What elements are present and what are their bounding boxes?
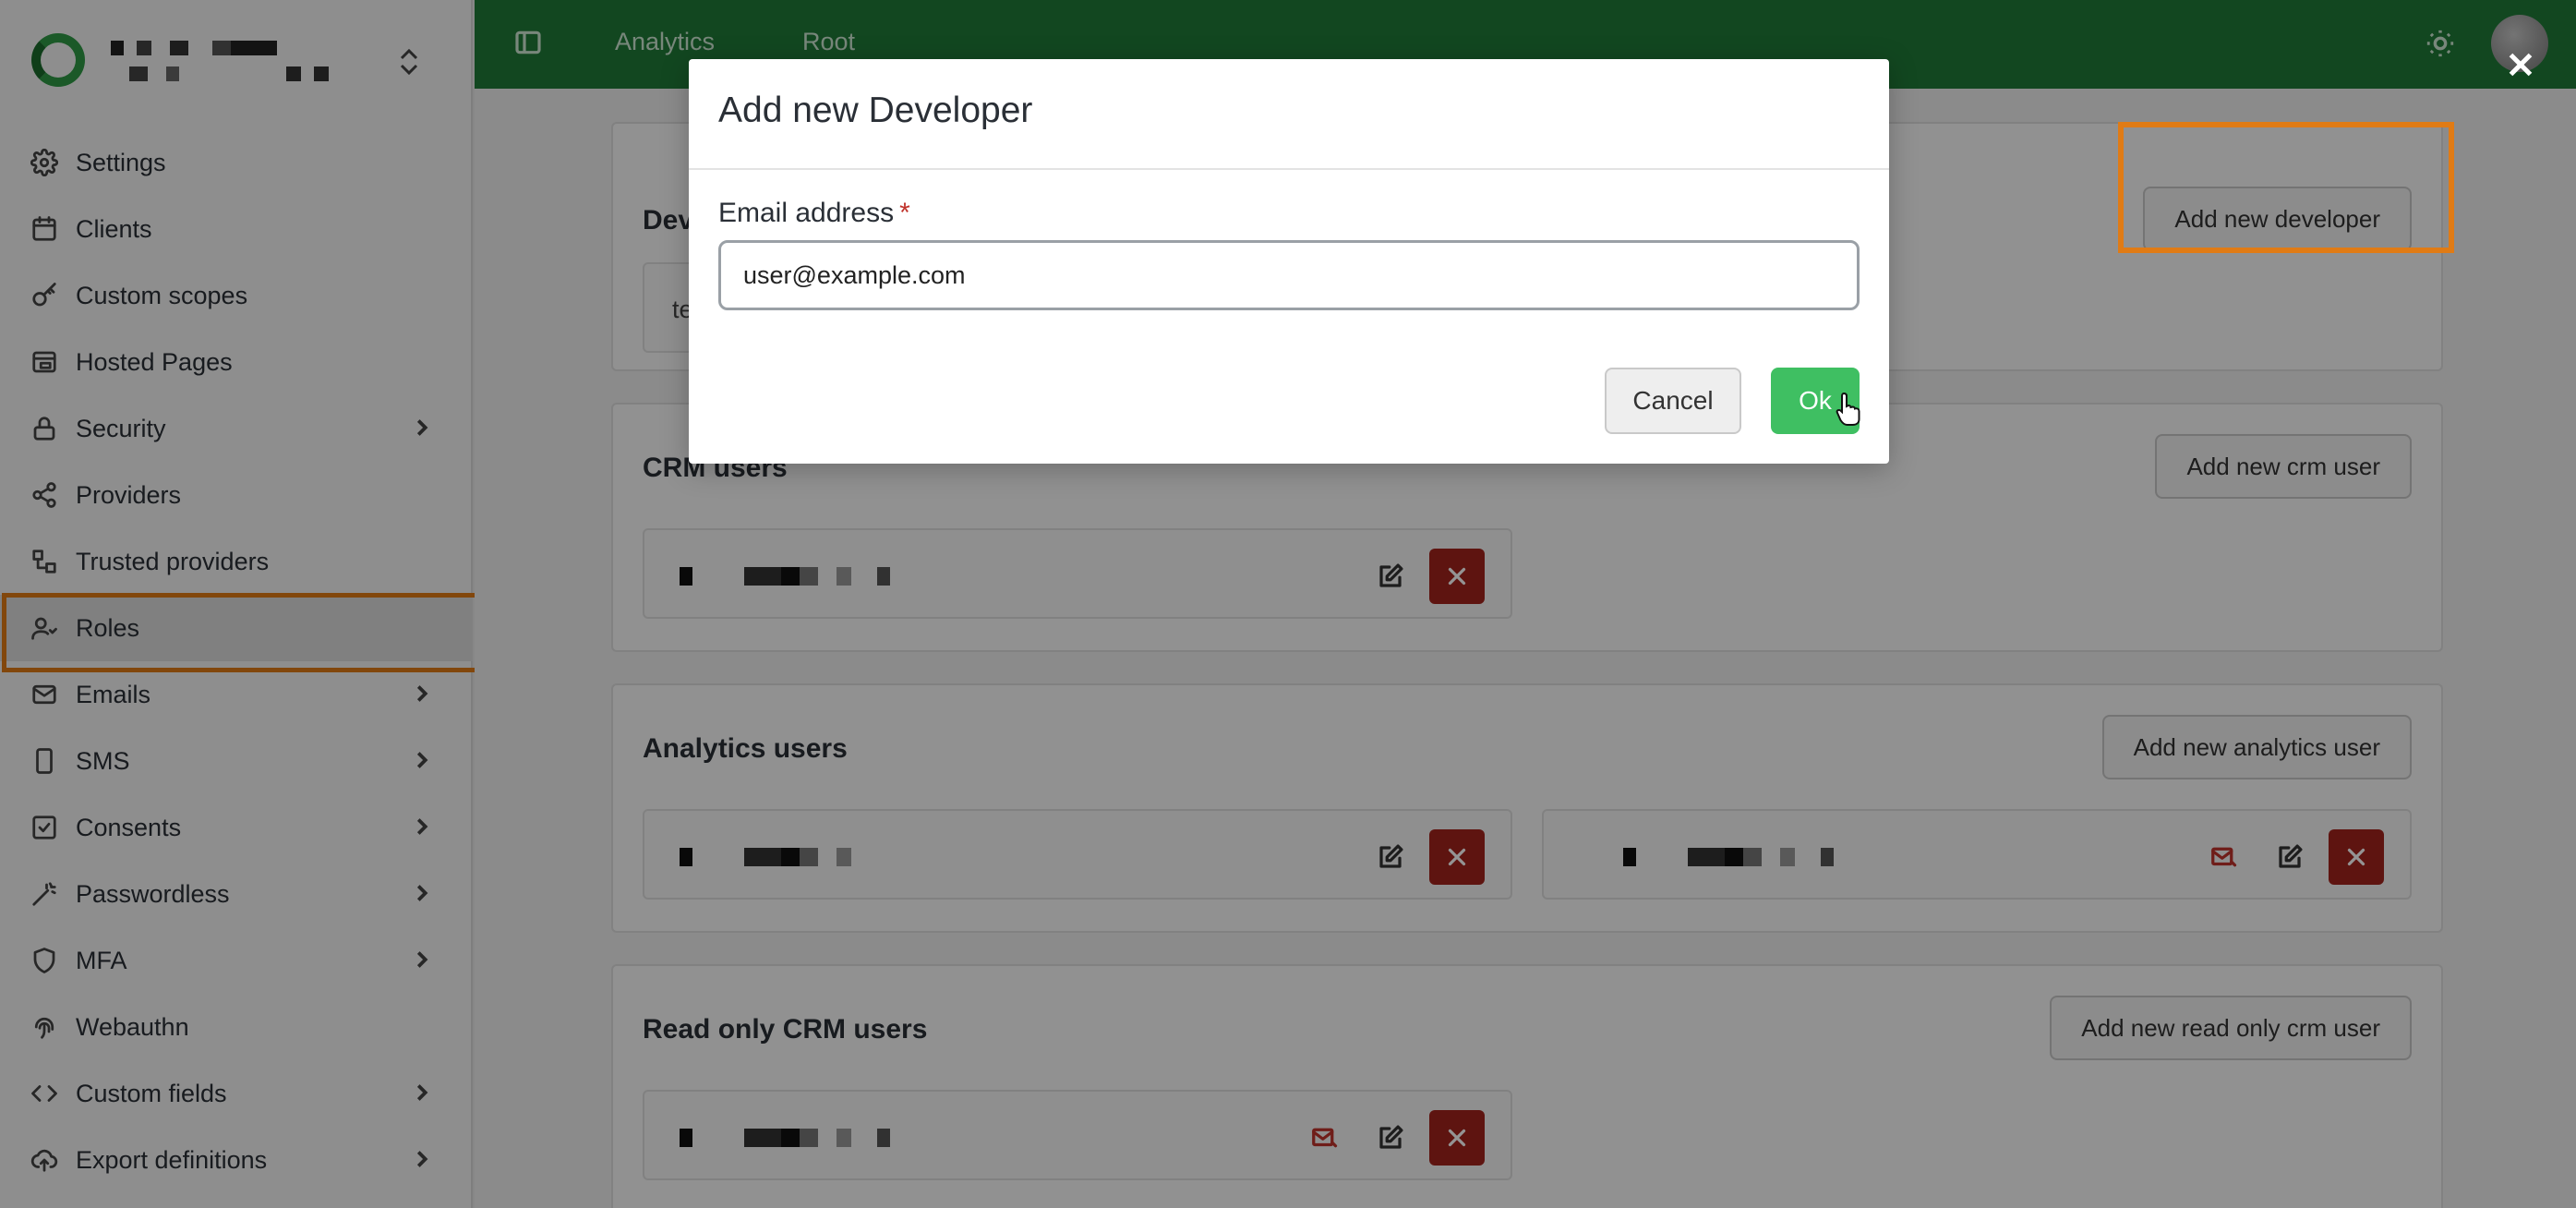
email-field[interactable] [718, 240, 1860, 310]
email-label: Email address * [718, 198, 910, 229]
close-icon[interactable] [2504, 48, 2537, 81]
dialog-header: Add new Developer [689, 59, 1889, 170]
add-developer-dialog: Add new Developer Email address* Cancel … [689, 59, 1889, 464]
email-label-text: Email address [718, 198, 895, 228]
required-asterisk: * [899, 198, 910, 228]
cancel-button[interactable]: Cancel [1605, 368, 1741, 434]
hand-pointer-icon [1836, 392, 1863, 427]
dialog-title: Add new Developer [718, 91, 1033, 130]
highlight-frame [2118, 122, 2454, 253]
